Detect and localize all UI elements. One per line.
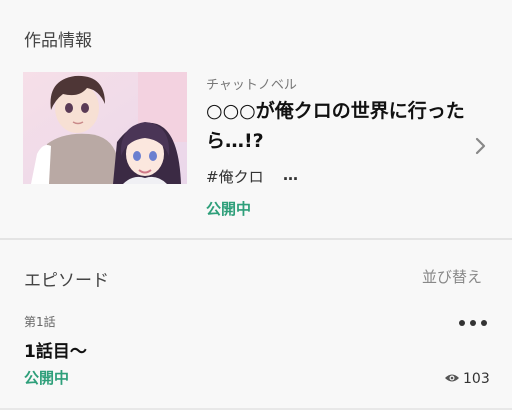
episode-title[interactable]: 1話目〜 [24,337,87,362]
episodes-heading: エピソード [24,271,109,291]
section-divider [0,238,512,240]
eye-icon [444,369,460,388]
more-horizontal-icon[interactable] [456,315,490,329]
view-count: 103 [444,369,490,388]
episode-number: 第1話 [24,315,56,329]
work-type-label: チャットノベル [206,78,297,93]
work-thumbnail [23,72,187,184]
episode-status-badge: 公開中 [24,369,70,387]
chevron-right-icon[interactable] [470,136,490,156]
tag-more: … [283,166,298,184]
work-title[interactable]: ○○○が俺クロの世界に行ったら…!? [206,96,471,156]
work-card[interactable]: チャットノベル ○○○が俺クロの世界に行ったら…!? #俺クロ … 公開中 [0,60,512,228]
view-count-value: 103 [463,370,490,387]
work-status-badge: 公開中 [206,200,252,218]
work-info-heading: 作品情報 [24,31,92,51]
sort-button[interactable]: 並び替え [422,266,482,287]
episode-list-item[interactable]: 第1話 1話目〜 公開中 103 [0,305,512,405]
work-tag[interactable]: #俺クロ [206,166,264,187]
